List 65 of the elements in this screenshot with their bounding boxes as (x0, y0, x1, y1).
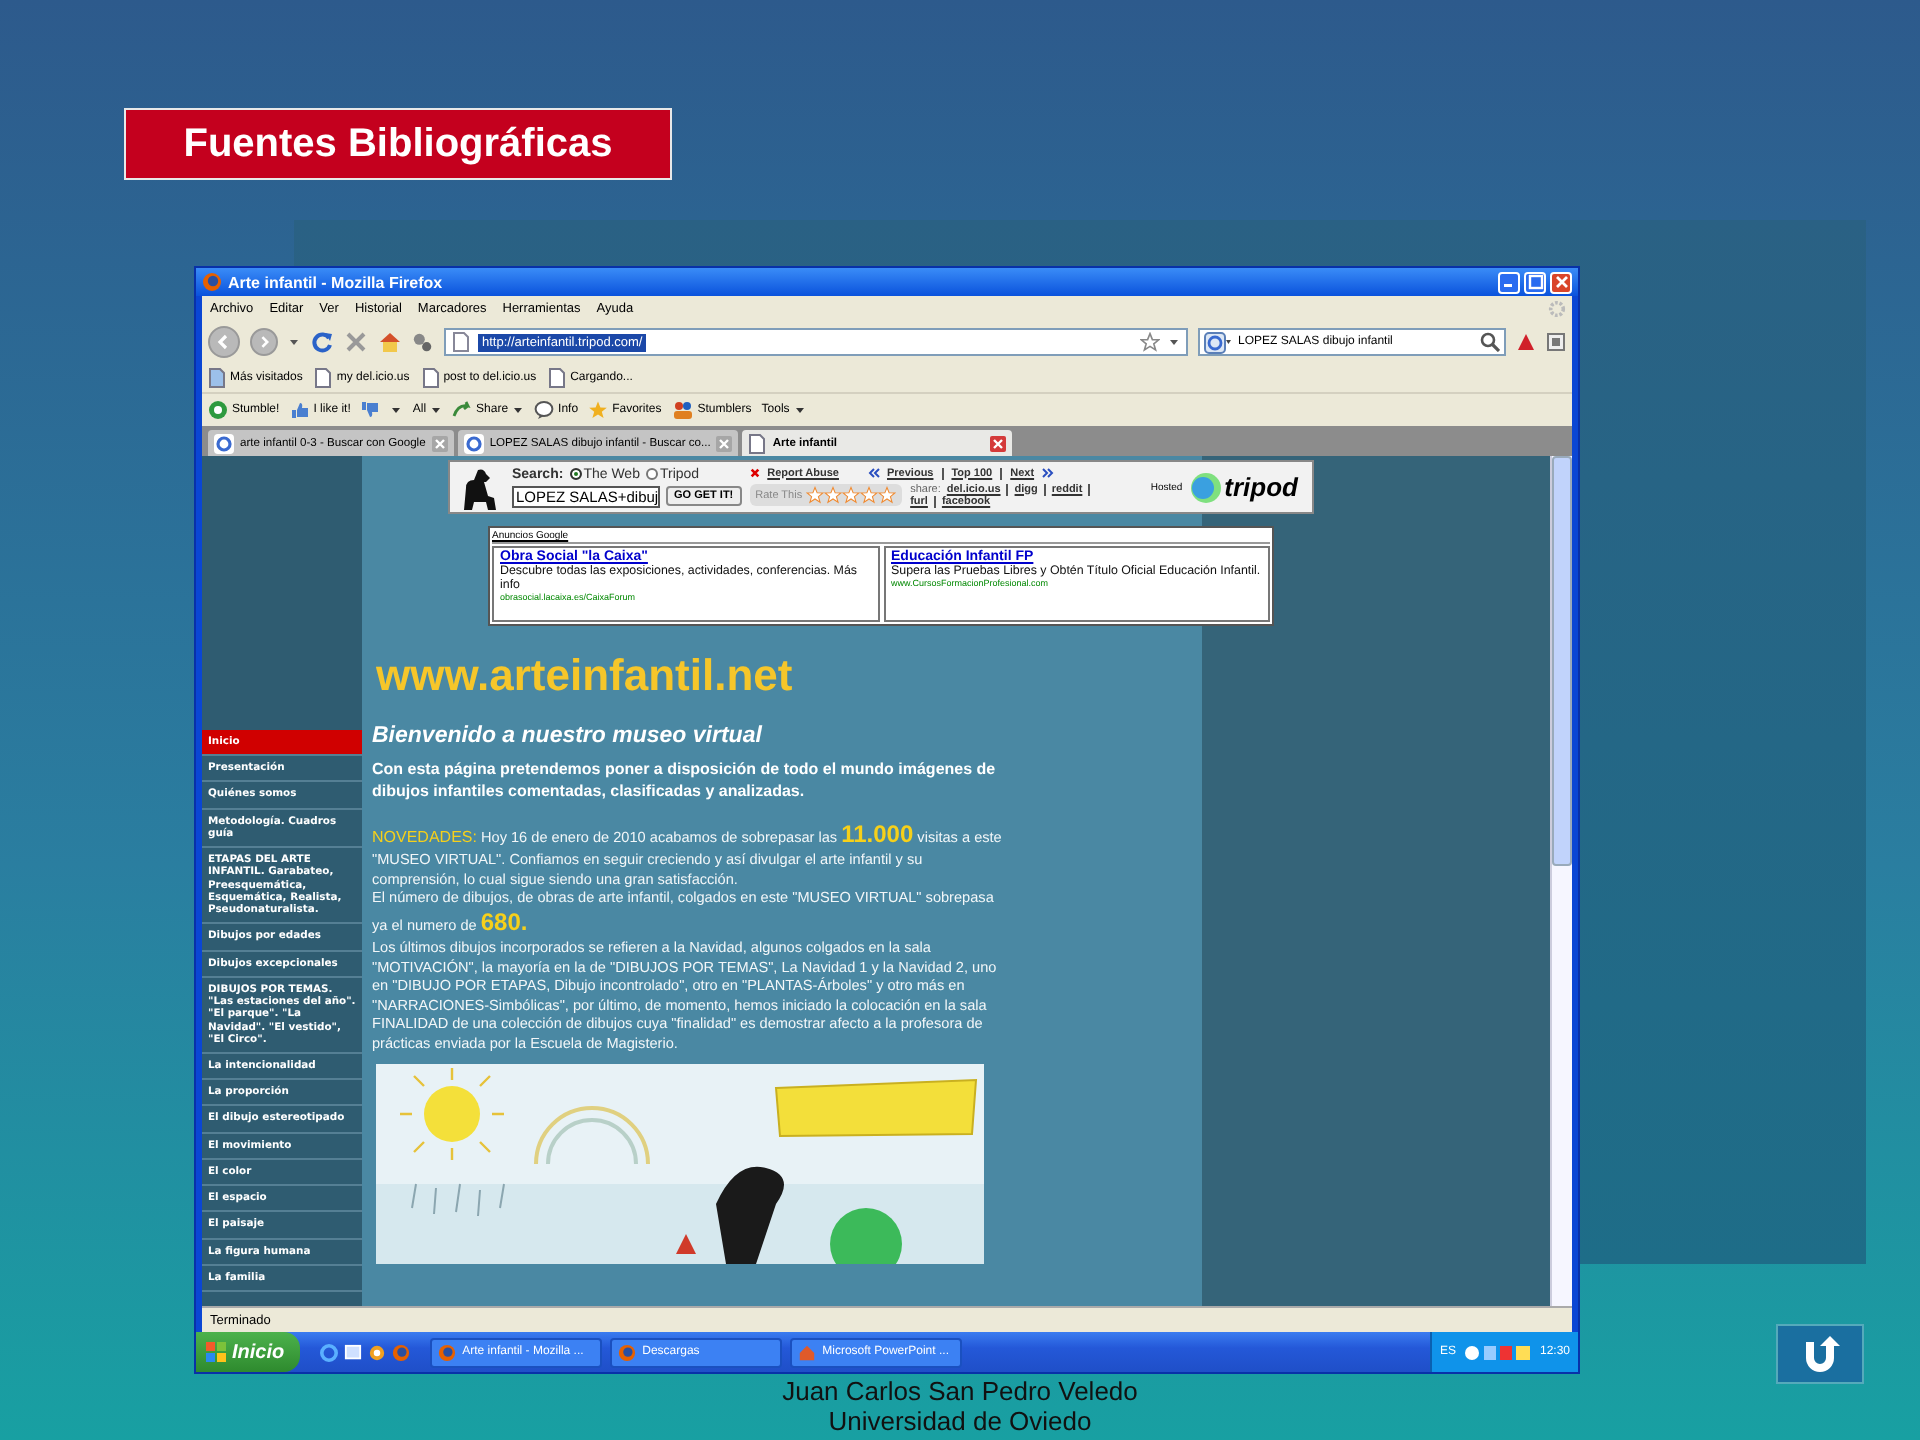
reload-icon (310, 330, 334, 354)
addon-icon[interactable] (412, 331, 434, 353)
desktop-icon[interactable] (344, 1343, 363, 1361)
people-icon (671, 400, 694, 420)
footer-text: Universidad de Oviedo (828, 1406, 1092, 1436)
intro-text: Con esta página pretendemos poner a disposición de todo el mundo imágenes de dibujos infantiles comentadas, clasificadas y analizadas. (372, 760, 998, 804)
search-engine-icon (463, 433, 484, 453)
slide-title: Fuentes Bibliográficas (124, 108, 672, 180)
browser-icon[interactable] (320, 1343, 339, 1361)
thumbs-up-icon (289, 400, 310, 420)
minimize-button[interactable] (1498, 271, 1520, 293)
home-button[interactable] (378, 330, 402, 354)
welcome-heading: Bienvenido a nuestro museo virtual (372, 724, 765, 748)
stop-button[interactable] (344, 330, 368, 354)
page-icon (314, 367, 333, 387)
close-icon (1553, 274, 1569, 290)
maximize-button[interactable] (1524, 271, 1546, 293)
share-arrow-icon (452, 400, 473, 420)
double-chevron-icon (867, 468, 879, 478)
caret-icon[interactable] (390, 404, 403, 416)
firefox-icon (438, 1343, 457, 1361)
home-icon (378, 330, 402, 354)
search-engine-icon[interactable] (1204, 331, 1232, 353)
back-button[interactable] (208, 326, 240, 358)
windows-flag-icon (206, 1342, 226, 1362)
rating-stars[interactable] (806, 486, 897, 504)
footer-text: Juan Carlos San Pedro Veledo (782, 1376, 1138, 1406)
page-icon (748, 433, 767, 453)
caret-icon (430, 404, 443, 416)
reload-button[interactable] (310, 330, 334, 354)
maximize-icon (1527, 274, 1543, 290)
page-icon (208, 367, 226, 387)
return-button[interactable] (1776, 1324, 1864, 1384)
stop-icon (344, 330, 368, 354)
caret-icon (793, 404, 806, 416)
caret-icon[interactable] (1168, 336, 1180, 348)
speech-bubble-icon (534, 400, 555, 420)
tab-close-icon[interactable] (431, 435, 448, 451)
cross-icon (749, 468, 760, 478)
page-icon (548, 367, 567, 387)
stumble-icon (208, 400, 228, 420)
media-icon[interactable] (368, 1343, 387, 1361)
bookmark-star-icon[interactable] (1140, 332, 1160, 352)
radio-button[interactable] (645, 468, 658, 480)
search-icon[interactable] (1480, 332, 1500, 352)
search-engine-icon (214, 433, 234, 453)
firefox-icon (618, 1343, 637, 1361)
site-title: www.arteinfantil.net (376, 650, 795, 702)
logo-circles-icon (1190, 471, 1223, 503)
star-icon (588, 400, 609, 420)
window-title: Arte infantil - Mozilla Firefox (228, 273, 445, 291)
tab-close-icon[interactable] (990, 435, 1007, 451)
tripod-logo[interactable]: tripod (1224, 472, 1298, 502)
tray-icons-drawing[interactable] (1463, 1343, 1532, 1361)
throbber-icon (1548, 300, 1566, 318)
radio-button[interactable] (569, 468, 582, 480)
caret-icon (512, 404, 525, 416)
thumbs-down-icon[interactable] (360, 400, 381, 420)
house-icon (798, 1343, 817, 1361)
firefox-icon (202, 272, 222, 292)
double-chevron-icon (1042, 468, 1055, 478)
forward-button[interactable] (250, 328, 278, 356)
tab-close-icon[interactable] (716, 435, 733, 451)
caret-icon[interactable] (288, 336, 300, 348)
close-button[interactable] (1550, 271, 1572, 293)
